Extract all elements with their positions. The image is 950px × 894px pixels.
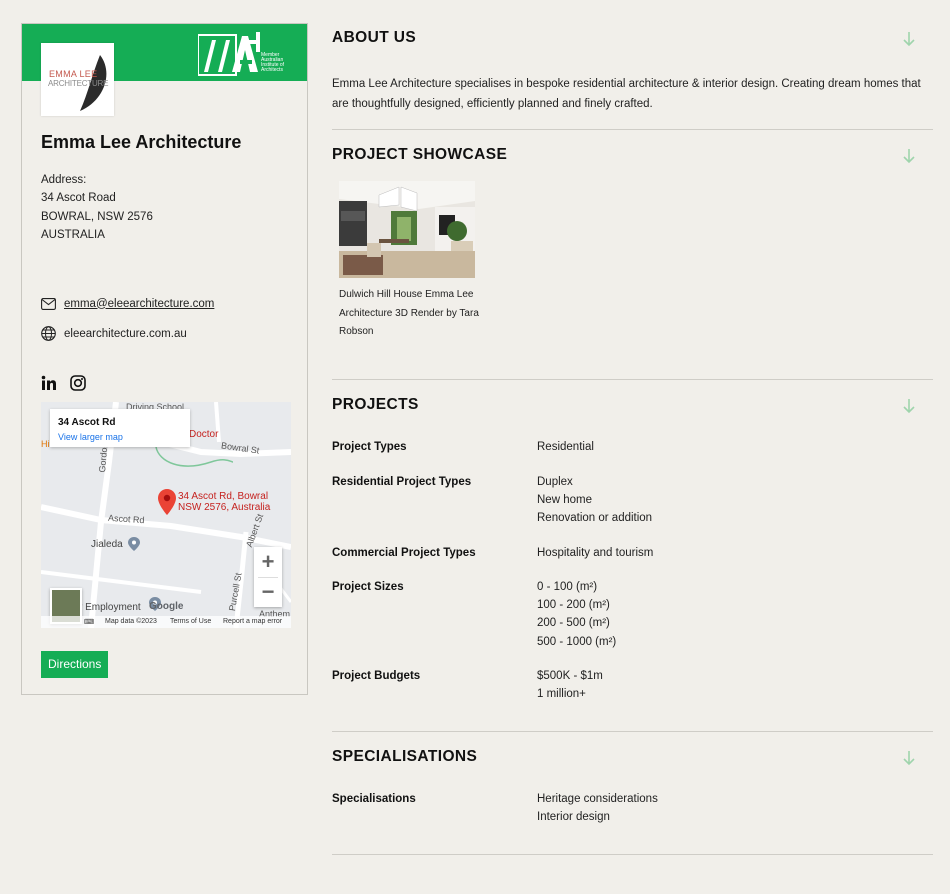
linkedin-icon[interactable] xyxy=(41,375,57,396)
row-values: Heritage considerations Interior design xyxy=(537,790,658,826)
row-value: 0 - 100 (m²) xyxy=(537,581,598,593)
website-row: eleearchitecture.com.au xyxy=(41,326,187,341)
row-values: 0 - 100 (m²) 100 - 200 (m²) 200 - 500 (m… xyxy=(537,578,616,651)
map-info-window: 34 Ascot Rd View larger map xyxy=(50,409,190,447)
map-pin-icon[interactable] xyxy=(158,489,176,515)
project-thumbnail[interactable] xyxy=(339,181,475,278)
row-value: Heritage considerations xyxy=(537,793,658,805)
zoom-divider xyxy=(258,577,278,578)
address-line: BOWRAL, NSW 2576 xyxy=(41,210,153,223)
interior-render-image xyxy=(339,181,475,278)
map-data-text: Map data ©2023 xyxy=(105,618,157,625)
row-value: Hospitality and tourism xyxy=(537,547,654,559)
arrow-down-icon[interactable] xyxy=(903,750,915,766)
row-values: Duplex New home Renovation or addition xyxy=(537,473,652,528)
row-value: Duplex xyxy=(537,476,573,488)
pin-label-line: NSW 2576, Australia xyxy=(178,502,271,513)
map-info-title: 34 Ascot Rd xyxy=(58,417,116,428)
section-divider xyxy=(332,731,933,732)
logo-line-2: ARCHITECTURE xyxy=(48,79,109,88)
row-value: 200 - 500 (m²) xyxy=(537,617,610,630)
zoom-in-button[interactable]: + xyxy=(254,547,282,577)
email-link[interactable]: emma@eleearchitecture.com xyxy=(64,298,214,310)
about-text: Emma Lee Architecture specialises in bes… xyxy=(332,78,921,110)
address-block: Address: 34 Ascot Road BOWRAL, NSW 2576 … xyxy=(41,171,153,244)
location-map[interactable]: Driving School Doctor Bowral St Gordon R… xyxy=(41,402,291,628)
firm-logo: EMMA LEE ARCHITECTURE xyxy=(41,43,114,116)
row-label: Project Types xyxy=(332,441,407,453)
google-logo: Google xyxy=(149,601,184,612)
section-divider xyxy=(332,129,933,130)
arrow-down-icon[interactable] xyxy=(903,31,915,47)
showcase-heading[interactable]: PROJECT SHOWCASE xyxy=(332,146,507,164)
directions-button[interactable]: Directions xyxy=(41,651,109,678)
row-value: Renovation or addition xyxy=(537,512,653,525)
member-badge-text: Member Australian Institute of Architect… xyxy=(261,52,285,73)
row-label: Project Sizes xyxy=(332,581,404,593)
report-error-link[interactable]: Report a map error xyxy=(223,618,282,625)
arrow-down-icon[interactable] xyxy=(903,148,915,164)
map-label: Jialeda xyxy=(91,539,123,550)
row-values: $500K - $1m 1 million+ xyxy=(537,667,603,703)
map-zoom-controls: + − xyxy=(254,547,282,607)
row-value: 1 million+ xyxy=(537,688,586,701)
terms-link[interactable]: Terms of Use xyxy=(170,618,211,625)
map-label: Hi xyxy=(41,439,50,449)
pin-label-line: 34 Ascot Rd, Bowral xyxy=(178,491,269,502)
showcase-section: PROJECT SHOWCASE Dulwich Hill House Emma… xyxy=(332,146,933,356)
social-links xyxy=(41,375,86,396)
row-value: Residential xyxy=(537,441,594,453)
logo-line-1: EMMA LEE xyxy=(49,69,98,79)
architects-member-badge: Member Australian Institute of Architect… xyxy=(198,32,302,78)
email-row: emma@eleearchitecture.com xyxy=(41,296,214,311)
projects-heading[interactable]: PROJECTS xyxy=(332,396,419,414)
aia-logo-icon xyxy=(198,32,260,76)
section-divider xyxy=(332,379,933,380)
row-label: Residential Project Types xyxy=(332,476,472,488)
keyboard-icon[interactable]: ⌨ xyxy=(84,618,94,626)
view-larger-map-link[interactable]: View larger map xyxy=(58,432,123,442)
row-value: $500K - $1m xyxy=(537,670,603,682)
specialisations-section: SPECIALISATIONS Specialisations Heritage… xyxy=(332,748,933,838)
row-label: Specialisations xyxy=(332,793,416,805)
arrow-down-icon[interactable] xyxy=(903,398,915,414)
profile-card: Member Australian Institute of Architect… xyxy=(21,23,308,695)
map-poi-icon xyxy=(128,537,140,551)
firm-name: Emma Lee Architecture xyxy=(41,132,242,152)
map-footer: ⌨ Map data ©2023 Terms of Use Report a m… xyxy=(41,616,291,628)
section-divider xyxy=(332,854,933,855)
row-values: Residential xyxy=(537,438,594,456)
zoom-out-button[interactable]: − xyxy=(254,577,282,607)
envelope-icon xyxy=(41,296,56,311)
map-pin-label: 34 Ascot Rd, Bowral NSW 2576, Australia xyxy=(178,491,270,513)
row-value: Interior design xyxy=(537,811,610,824)
address-line: 34 Ascot Road xyxy=(41,192,116,205)
projects-section: PROJECTS Project Types Residential Resid… xyxy=(332,396,933,716)
instagram-icon[interactable] xyxy=(70,375,86,396)
specialisations-heading[interactable]: SPECIALISATIONS xyxy=(332,748,477,766)
map-label: r Employment xyxy=(79,602,141,613)
row-values: Hospitality and tourism xyxy=(537,544,653,562)
website-link[interactable]: eleearchitecture.com.au xyxy=(64,328,187,340)
about-heading[interactable]: ABOUT US xyxy=(332,29,416,47)
row-label: Commercial Project Types xyxy=(332,547,476,559)
row-value: New home xyxy=(537,494,592,507)
about-section: ABOUT US Emma Lee Architecture specialis… xyxy=(332,29,933,119)
globe-icon xyxy=(41,326,56,341)
row-value: 500 - 1000 (m²) xyxy=(537,635,617,648)
map-label: Doctor xyxy=(189,429,219,440)
thumbnail-caption: Dulwich Hill House Emma Lee Architecture… xyxy=(339,289,479,337)
row-label: Project Budgets xyxy=(332,670,421,682)
row-value: 100 - 200 (m²) xyxy=(537,599,610,612)
address-line: AUSTRALIA xyxy=(41,228,105,241)
address-label: Address: xyxy=(41,174,87,186)
